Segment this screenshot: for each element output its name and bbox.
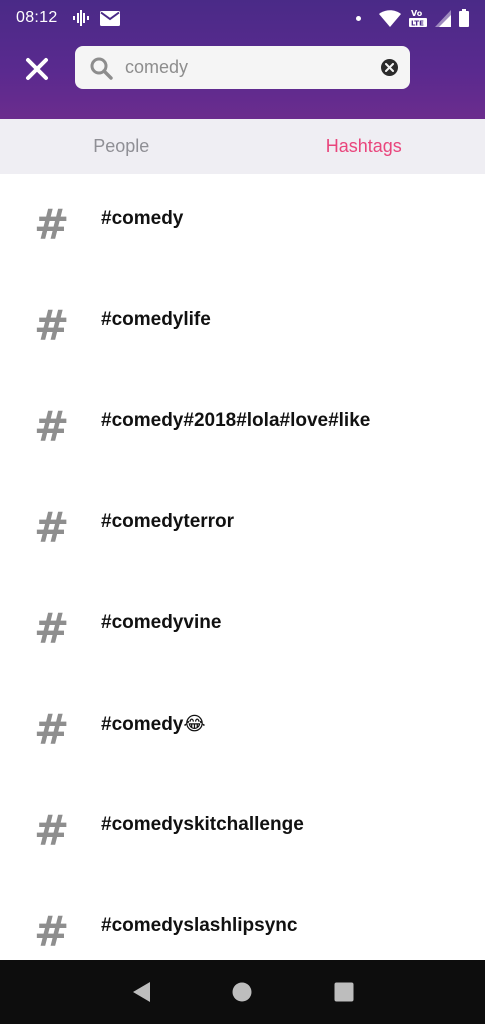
hashtag-label: #comedyvine bbox=[101, 612, 222, 633]
hashtag-row[interactable]: # #comedy😂 bbox=[0, 679, 485, 780]
hashtag-label: #comedyslashlipsync bbox=[101, 915, 298, 936]
search-tabs: People Hashtags bbox=[0, 119, 485, 174]
hashtag-row[interactable]: # #comedy bbox=[0, 174, 485, 275]
search-icon bbox=[90, 57, 113, 80]
hashtag-icon: # bbox=[34, 705, 70, 754]
tab-people[interactable]: People bbox=[0, 119, 243, 174]
home-icon bbox=[232, 982, 252, 1002]
signal-icon bbox=[435, 9, 451, 27]
hashtag-row[interactable]: # #comedyterror bbox=[0, 477, 485, 578]
search-input[interactable] bbox=[125, 46, 365, 89]
nav-home-button[interactable] bbox=[222, 972, 262, 1012]
hashtag-icon: # bbox=[34, 503, 70, 552]
hashtag-label: #comedy#2018#lola#love#like bbox=[101, 410, 371, 431]
hashtag-icon: # bbox=[34, 907, 70, 956]
svg-text:LTE: LTE bbox=[411, 20, 424, 28]
mail-icon bbox=[99, 10, 120, 26]
hashtag-label: #comedyterror bbox=[101, 511, 235, 532]
nav-recents-button[interactable] bbox=[324, 972, 364, 1012]
podcast-icon bbox=[72, 10, 89, 26]
tab-hashtags[interactable]: Hashtags bbox=[243, 119, 485, 174]
status-notification-icons bbox=[72, 10, 120, 26]
status-bar: 08:12 Vo LTE bbox=[0, 0, 485, 36]
hashtag-row[interactable]: # #comedyskitchallenge bbox=[0, 780, 485, 881]
notification-dot-icon bbox=[356, 15, 361, 21]
hashtag-icon: # bbox=[34, 604, 70, 653]
hashtag-label: #comedy😂 bbox=[101, 714, 206, 735]
nav-back-button[interactable] bbox=[121, 972, 161, 1012]
hashtag-label: #comedylife bbox=[101, 309, 211, 330]
hashtag-icon: # bbox=[34, 806, 70, 855]
close-icon bbox=[26, 58, 48, 80]
hashtag-icon: # bbox=[34, 402, 70, 451]
hashtag-results-list: # #comedy # #comedylife # #comedy#2018#l… bbox=[0, 174, 485, 960]
system-navigation-bar bbox=[0, 960, 485, 1024]
hashtag-icon: # bbox=[34, 200, 70, 249]
header: 08:12 Vo LTE comedy bbox=[0, 0, 485, 119]
hashtag-row[interactable]: # #comedylife bbox=[0, 275, 485, 376]
clear-icon bbox=[385, 63, 394, 72]
status-system-icons: Vo LTE bbox=[356, 8, 469, 28]
close-button[interactable] bbox=[22, 54, 52, 84]
hashtag-row[interactable]: # #comedy#2018#lola#love#like bbox=[0, 376, 485, 477]
wifi-icon bbox=[379, 9, 401, 27]
hashtag-row[interactable]: # #comedyslashlipsync bbox=[0, 881, 485, 960]
clear-search-button[interactable] bbox=[381, 59, 398, 76]
hashtag-row[interactable]: # #comedyvine bbox=[0, 578, 485, 679]
search-bar[interactable] bbox=[75, 46, 410, 89]
hashtag-label: #comedy bbox=[101, 208, 184, 229]
hashtag-icon: # bbox=[34, 301, 70, 350]
battery-icon bbox=[459, 9, 469, 27]
hashtag-label: #comedyskitchallenge bbox=[101, 814, 304, 835]
recents-icon bbox=[334, 982, 354, 1002]
status-time: 08:12 bbox=[16, 9, 58, 26]
volte-icon: Vo LTE bbox=[409, 9, 427, 28]
back-icon bbox=[132, 982, 150, 1002]
svg-text:Vo: Vo bbox=[411, 9, 423, 18]
